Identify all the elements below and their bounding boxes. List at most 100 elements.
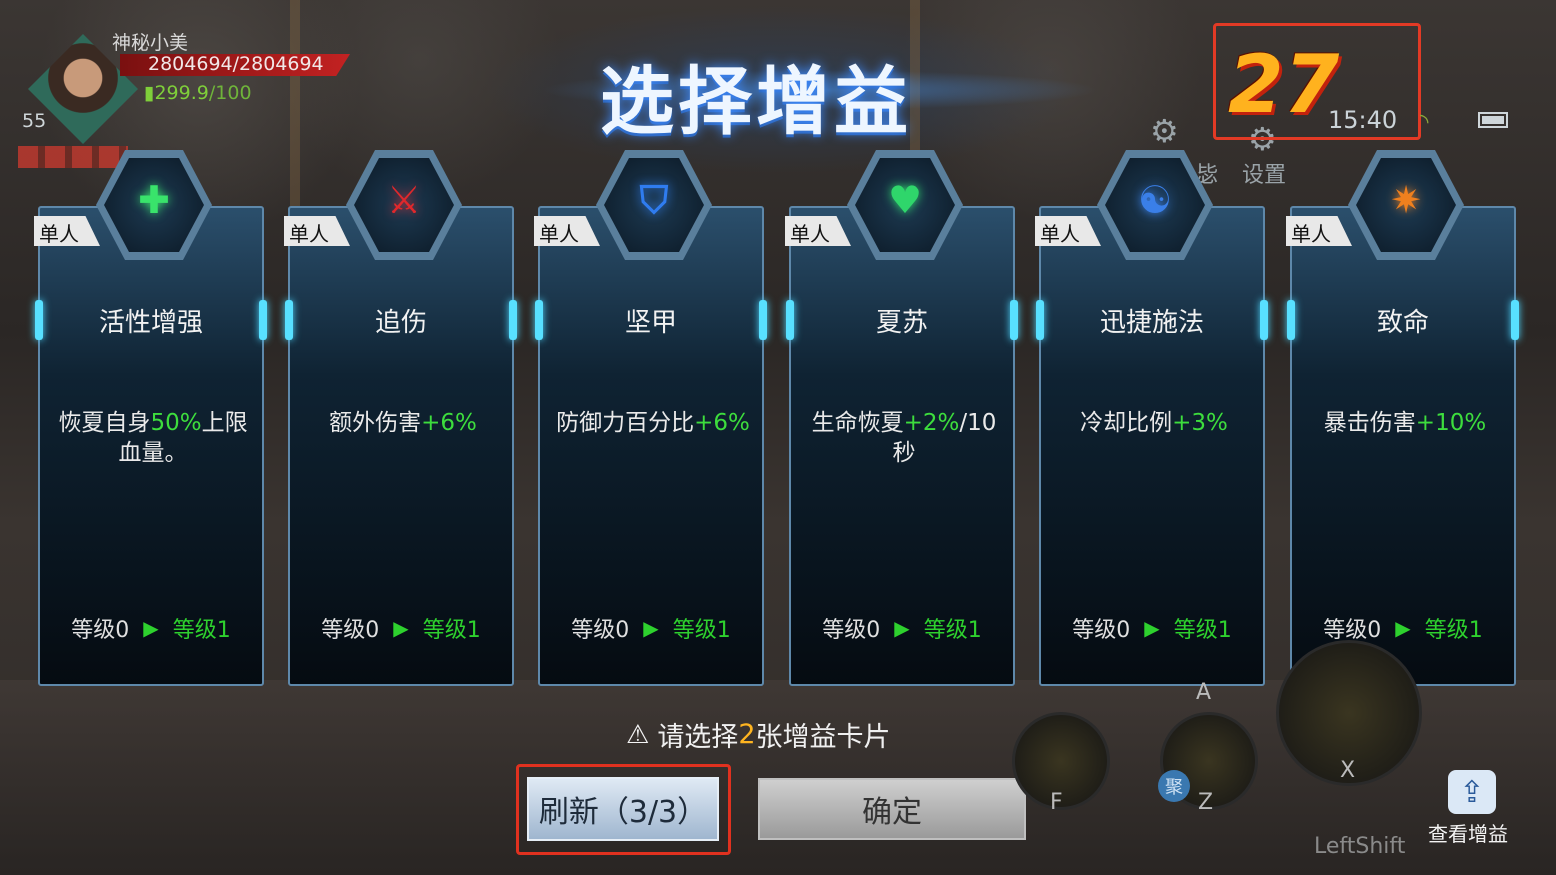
page-title: 选择增益: [600, 59, 912, 145]
card-title: 活性增强: [98, 308, 203, 338]
confirm-button[interactable]: 确定: [758, 778, 1026, 840]
mage-icon: ☯: [1137, 178, 1173, 222]
card-title: 追伤: [374, 308, 427, 338]
mode-badge-label: 单人: [790, 222, 830, 246]
desc-highlight: +2%: [903, 410, 960, 436]
level-to: 等级1: [1424, 618, 1483, 643]
card-title: 迅捷施法: [1099, 308, 1204, 338]
buff-card[interactable]: ⚔ 单人 追伤 额外伤害+6% 等级0 ▶ 等级1: [284, 150, 517, 686]
key-f-label: F: [1050, 790, 1063, 815]
desc-text: 冷却比例: [1080, 410, 1173, 436]
desc-text: 额外伤害: [329, 410, 422, 436]
arrow-right-icon: ▶: [143, 616, 159, 640]
desc-text: 防御力百分比: [556, 410, 695, 436]
ju-badge: 聚: [1158, 770, 1190, 802]
card-title: 坚甲: [624, 308, 677, 338]
warning-icon: ⚠: [626, 719, 650, 750]
mode-badge: 单人: [785, 216, 851, 246]
card-description: 冷却比例+3%: [1051, 408, 1257, 438]
desc-highlight: +6%: [421, 410, 477, 436]
level-from: 等级0: [822, 618, 881, 643]
energy-text: ▮299.9/100: [144, 82, 252, 104]
mode-badge: 单人: [284, 216, 350, 246]
mode-badge: 单人: [534, 216, 600, 246]
player-status: 55 神秘小美 2804694/2804694 ▮299.9/100: [14, 24, 374, 174]
card-description: 暴击伤害+10%: [1302, 408, 1508, 438]
wifi-icon: ◝: [1420, 110, 1429, 135]
mode-badge-label: 单人: [289, 222, 329, 246]
gear-glow-icon: ✚: [138, 178, 170, 222]
mode-badge-label: 单人: [39, 222, 79, 246]
level-change: 等级0 ▶ 等级1: [1292, 612, 1514, 644]
prompt-count: 2: [738, 719, 756, 750]
slash-icon: ⚔: [386, 178, 422, 222]
card-title: 致命: [1376, 308, 1429, 338]
arrow-right-icon: ▶: [1395, 616, 1411, 640]
desc-text: 暴击伤害: [1323, 410, 1416, 436]
desc-highlight: +10%: [1415, 410, 1487, 436]
buff-card[interactable]: ✚ 单人 活性增强 恢夏自身50%上限血量。 等级0 ▶ 等级1: [34, 150, 267, 686]
mode-badge: 单人: [1286, 216, 1352, 246]
desc-text: 恢夏自身: [58, 410, 151, 436]
level-to: 等级1: [923, 618, 982, 643]
card-title: 夏苏: [875, 308, 928, 338]
shield-icon: ⛉: [639, 177, 669, 222]
level-to: 等级1: [422, 618, 481, 643]
card-description: 额外伤害+6%: [300, 408, 506, 438]
level-from: 等级0: [71, 618, 130, 643]
view-buff-icon[interactable]: ⇪: [1448, 770, 1496, 814]
level-from: 等级0: [571, 618, 630, 643]
energy-icon: ▮: [144, 82, 155, 104]
mode-badge: 单人: [1035, 216, 1101, 246]
countdown-timer: 27: [1228, 38, 1340, 131]
desc-highlight: 50%: [150, 410, 202, 436]
energy-current: 299.9: [154, 82, 209, 104]
level-change: 等级0 ▶ 等级1: [40, 612, 262, 644]
level-change: 等级0 ▶ 等级1: [540, 612, 762, 644]
buff-card[interactable]: ♥ 单人 夏苏 生命恢夏+2%/10秒 等级0 ▶ 等级1: [785, 150, 1018, 686]
key-shift-label: LeftShift: [1314, 834, 1406, 859]
arrow-right-icon: ▶: [393, 616, 409, 640]
level-to: 等级1: [172, 618, 231, 643]
arrow-right-icon: ▶: [1144, 616, 1160, 640]
buff-card[interactable]: ⛉ 单人 坚甲 防御力百分比+6% 等级0 ▶ 等级1: [534, 150, 767, 686]
prompt-pre: 请选择: [657, 722, 739, 753]
desc-highlight: +6%: [694, 410, 750, 436]
buff-card[interactable]: ✷ 单人 致命 暴击伤害+10% 等级0 ▶ 等级1: [1286, 150, 1519, 686]
mode-badge-label: 单人: [1040, 222, 1080, 246]
battery-icon: [1478, 112, 1508, 128]
unknown-gear-icon[interactable]: ⚙: [1150, 112, 1179, 150]
level-from: 等级0: [321, 618, 380, 643]
mode-badge-label: 单人: [1291, 222, 1331, 246]
mode-badge-label: 单人: [539, 222, 579, 246]
view-buff-button[interactable]: 查看增益: [1428, 818, 1508, 847]
card-description: 防御力百分比+6%: [550, 408, 756, 438]
key-z-label: Z: [1198, 790, 1214, 815]
buff-card[interactable]: ☯ 单人 迅捷施法 冷却比例+3% 等级0 ▶ 等级1: [1035, 150, 1268, 686]
critical-icon: ✷: [1390, 178, 1422, 222]
level-change: 等级0 ▶ 等级1: [791, 612, 1013, 644]
card-description: 恢夏自身50%上限血量。: [50, 408, 256, 468]
player-name: 神秘小美: [112, 32, 189, 54]
heart-plus-icon: ♥: [887, 178, 923, 222]
prompt-post: 张增益卡片: [755, 722, 891, 753]
desc-highlight: +3%: [1172, 410, 1228, 436]
arrow-right-icon: ▶: [894, 616, 910, 640]
settings-label[interactable]: 设置: [1242, 157, 1286, 189]
level-change: 等级0 ▶ 等级1: [290, 612, 512, 644]
level-change: 等级0 ▶ 等级1: [1041, 612, 1263, 644]
system-clock: 15:40: [1328, 106, 1398, 134]
level-to: 等级1: [1173, 618, 1232, 643]
key-a-label: A: [1196, 680, 1212, 705]
mode-badge: 单人: [34, 216, 100, 246]
selection-prompt: ⚠ 请选择 2 张增益卡片: [626, 715, 891, 754]
arrow-right-icon: ▶: [643, 616, 659, 640]
hp-text: 2804694/2804694: [148, 53, 324, 75]
energy-max: /100: [208, 82, 252, 104]
desc-text: 生命恢夏: [811, 410, 904, 436]
level-to: 等级1: [672, 618, 731, 643]
refresh-button[interactable]: 刷新（3/3）: [527, 777, 719, 841]
card-description: 生命恢夏+2%/10秒: [801, 408, 1007, 468]
level-from: 等级0: [1072, 618, 1131, 643]
active-buffs-icons: [18, 146, 128, 168]
